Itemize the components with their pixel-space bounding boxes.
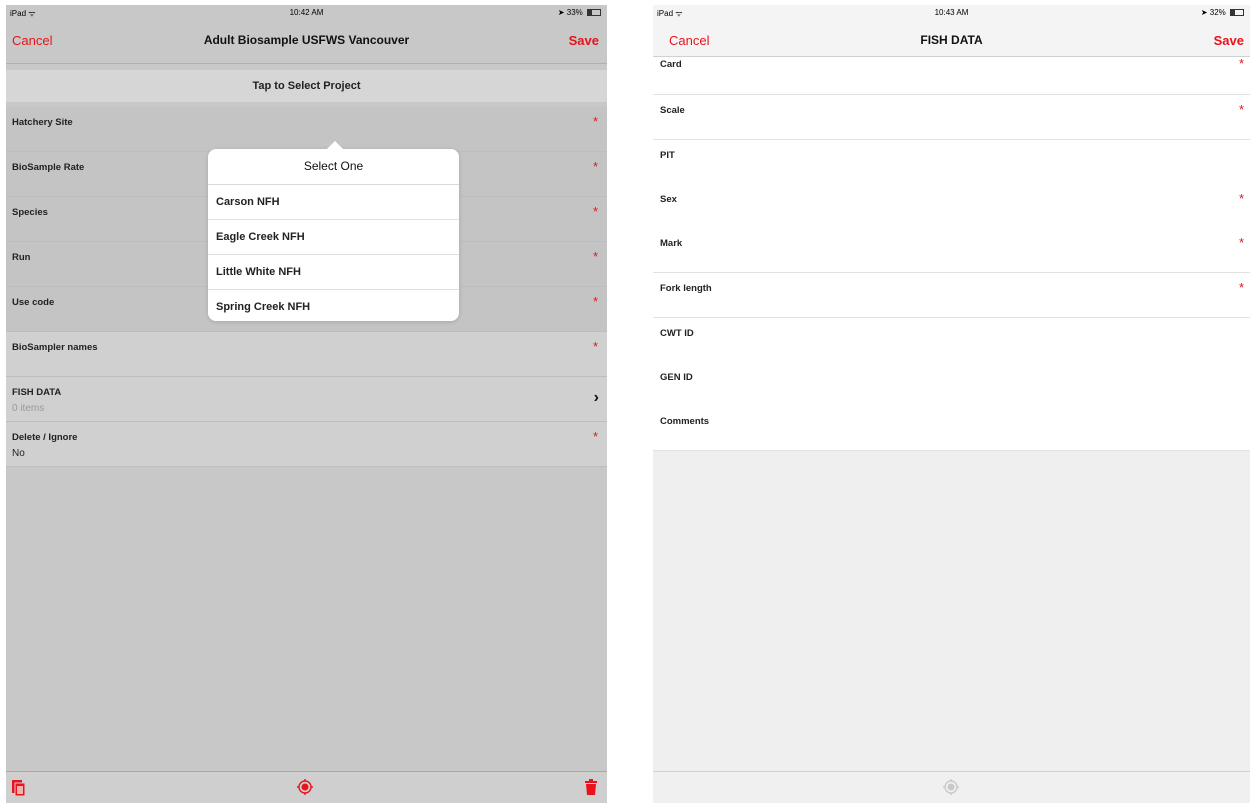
required-marker: *: [592, 204, 598, 219]
bottom-toolbar: [653, 771, 1250, 803]
field-label: Card: [660, 59, 682, 70]
left-screen: iPad ᯤ 10:42 AM ➤ 33% Cancel Adult Biosa…: [6, 5, 607, 803]
empty-area: [653, 451, 1250, 772]
field-label: Run: [12, 252, 31, 263]
field-comments[interactable]: Comments: [653, 406, 1250, 451]
field-label: Scale: [660, 105, 685, 116]
field-hatchery-site[interactable]: Hatchery Site *: [6, 107, 607, 152]
battery-status: ➤ 33%: [558, 8, 601, 17]
battery-percent: 32%: [1209, 8, 1226, 17]
field-label: FISH DATA: [12, 387, 62, 398]
status-bar: iPad ᯤ 10:42 AM ➤ 33%: [6, 5, 607, 23]
status-time: 10:42 AM: [289, 8, 324, 17]
field-label: Species: [12, 207, 48, 218]
field-gen-id[interactable]: GEN ID: [653, 362, 1250, 407]
field-value: 0 items: [12, 403, 45, 414]
option-spring-creek-nfh[interactable]: Spring Creek NFH: [208, 290, 459, 324]
location-arrow-icon: ➤: [557, 8, 565, 17]
field-label: Hatchery Site: [12, 117, 73, 128]
popover-title: Select One: [208, 149, 459, 185]
field-label: BioSampler names: [12, 342, 98, 353]
field-label: CWT ID: [660, 328, 694, 339]
select-one-popover: Select One Carson NFH Eagle Creek NFH Li…: [208, 141, 459, 324]
field-delete-ignore[interactable]: Delete / Ignore No *: [6, 422, 607, 467]
chevron-right-icon: ›: [593, 389, 599, 406]
save-button[interactable]: Save: [569, 33, 599, 48]
field-label: Comments: [660, 416, 710, 427]
battery-percent: 33%: [566, 8, 583, 17]
field-card[interactable]: Card *: [653, 57, 1250, 95]
field-mark[interactable]: Mark *: [653, 228, 1250, 273]
required-marker: *: [592, 429, 598, 444]
required-marker: *: [1238, 56, 1244, 71]
page-title: FISH DATA: [920, 33, 983, 47]
required-marker: *: [1238, 280, 1244, 295]
page-title: Adult Biosample USFWS Vancouver: [203, 33, 410, 47]
option-eagle-creek-nfh[interactable]: Eagle Creek NFH: [208, 220, 459, 255]
option-little-white-nfh[interactable]: Little White NFH: [208, 255, 459, 290]
bottom-toolbar: [6, 771, 607, 803]
location-icon[interactable]: [297, 779, 313, 795]
navigation-bar: Cancel FISH DATA Save: [653, 23, 1250, 57]
field-cwt-id[interactable]: CWT ID: [653, 318, 1250, 363]
field-label: GEN ID: [660, 372, 693, 383]
field-biosampler-names[interactable]: BioSampler names *: [6, 332, 607, 377]
field-label: Fork length: [660, 283, 712, 294]
battery-icon: [1230, 9, 1244, 17]
field-label: Delete / Ignore: [12, 432, 78, 443]
popover-arrow: [326, 141, 344, 150]
status-time: 10:43 AM: [934, 8, 969, 17]
field-fish-data[interactable]: FISH DATA 0 items ›: [6, 377, 607, 422]
required-marker: *: [1238, 191, 1244, 206]
field-label: PIT: [660, 150, 675, 161]
field-label: Use code: [12, 297, 55, 308]
field-fork-length[interactable]: Fork length *: [653, 273, 1250, 318]
field-label: Mark: [660, 238, 683, 249]
required-marker: *: [592, 339, 598, 354]
option-carson-nfh[interactable]: Carson NFH: [208, 185, 459, 220]
battery-status: ➤ 32%: [1201, 8, 1244, 17]
select-project-button[interactable]: Tap to Select Project: [6, 70, 607, 102]
navigation-bar: Cancel Adult Biosample USFWS Vancouver S…: [6, 23, 607, 64]
right-screen: iPad ᯤ 10:43 AM ➤ 32% Cancel FISH DATA S…: [653, 5, 1250, 803]
copy-icon[interactable]: [11, 779, 26, 797]
required-marker: *: [592, 159, 598, 174]
field-value: No: [12, 448, 25, 459]
required-marker: *: [1238, 235, 1244, 250]
save-button[interactable]: Save: [1214, 33, 1244, 48]
status-bar: iPad ᯤ 10:43 AM ➤ 32%: [653, 5, 1250, 23]
field-sex[interactable]: Sex *: [653, 184, 1250, 229]
field-pit[interactable]: PIT: [653, 140, 1250, 185]
required-marker: *: [592, 114, 598, 129]
location-icon[interactable]: [943, 779, 959, 795]
required-marker: *: [592, 249, 598, 264]
trash-icon[interactable]: [585, 779, 597, 795]
field-scale[interactable]: Scale *: [653, 95, 1250, 140]
required-marker: *: [592, 294, 598, 309]
battery-icon: [587, 9, 601, 17]
required-marker: *: [1238, 102, 1244, 117]
field-label: Sex: [660, 194, 677, 205]
field-label: BioSample Rate: [12, 162, 85, 173]
location-arrow-icon: ➤: [1200, 8, 1208, 17]
